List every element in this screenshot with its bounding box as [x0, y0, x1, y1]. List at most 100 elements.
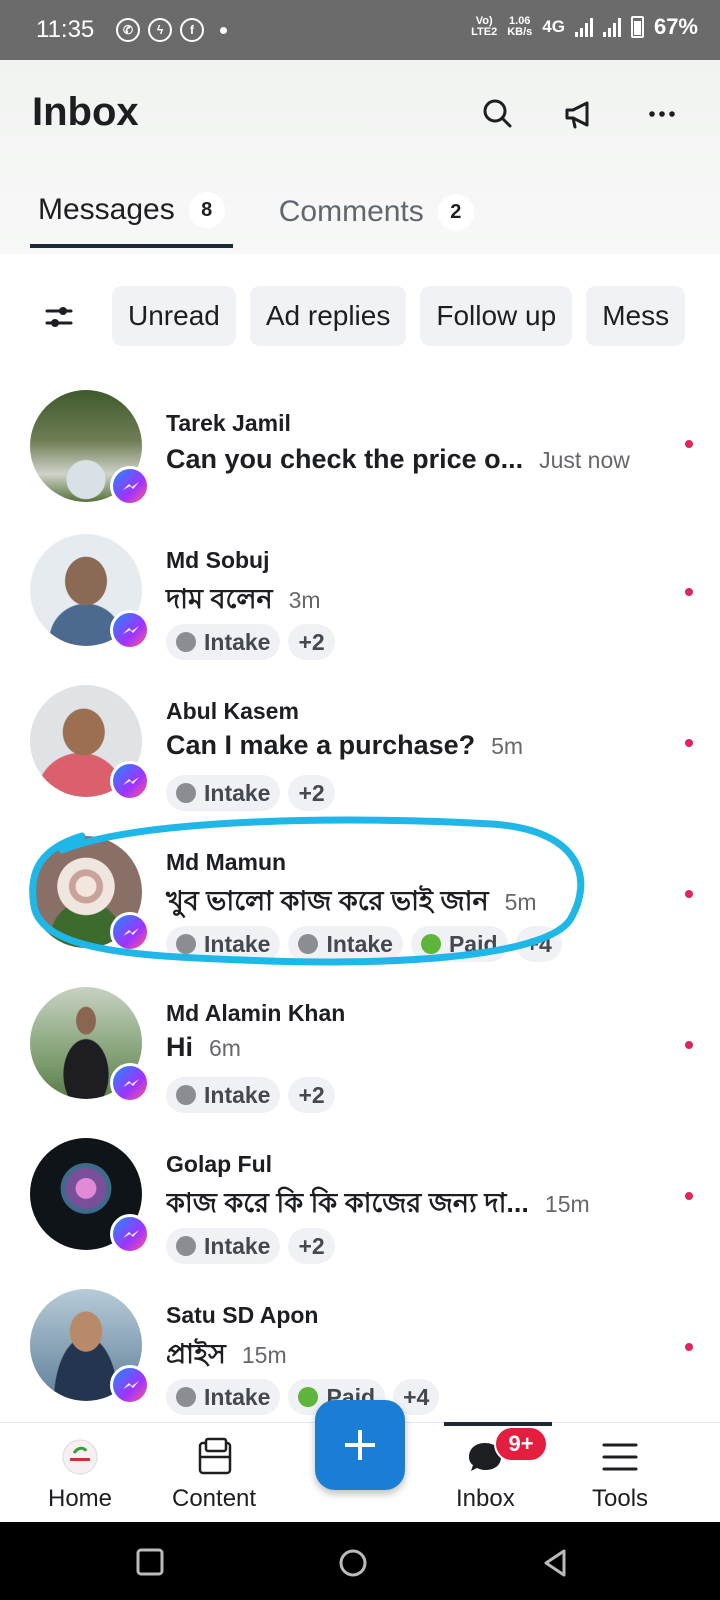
label-tags: Intake +2 — [166, 1077, 335, 1113]
more-options-icon[interactable] — [644, 96, 680, 132]
label-tags: Intake Intake Paid +4 — [166, 926, 562, 962]
home-logo-icon — [58, 1437, 102, 1477]
inbox-notification-badge: 9+ — [494, 1426, 548, 1462]
filter-settings-icon[interactable] — [44, 302, 74, 332]
menu-icon — [598, 1437, 642, 1477]
notification-icons: ✆ ϟ f — [116, 18, 227, 42]
network-speed: 1.06 KB/s — [507, 15, 533, 38]
message-time: Just now — [539, 447, 630, 473]
label-tag[interactable]: Intake — [288, 926, 403, 962]
message-time: 6m — [209, 1035, 241, 1061]
create-button[interactable] — [315, 1400, 405, 1490]
contact-name: Tarek Jamil — [166, 410, 291, 436]
active-tab-indicator — [444, 1422, 552, 1426]
more-labels-tag[interactable]: +2 — [288, 624, 335, 660]
back-icon[interactable] — [540, 1548, 570, 1582]
filter-unread[interactable]: Unread — [112, 286, 236, 346]
tab-label: Messages — [38, 193, 175, 226]
unread-indicator — [685, 890, 693, 898]
volte-indicator: Vo) LTE2 — [471, 15, 498, 38]
message-preview: দাম বলেন — [166, 584, 273, 614]
messenger-status-icon: ϟ — [148, 18, 172, 42]
facebook-icon: f — [180, 18, 204, 42]
filter-messenger[interactable]: Mess — [586, 286, 686, 346]
home-system-icon[interactable] — [338, 1548, 368, 1582]
filter-follow-up[interactable]: Follow up — [420, 286, 573, 346]
conversation-row[interactable]: Golap Ful কাজ করে কি কি কাজের জন্য দা...… — [0, 1135, 720, 1286]
label-tag[interactable]: Intake — [166, 1379, 281, 1415]
tab-count-badge: 2 — [437, 194, 474, 230]
more-labels-tag[interactable]: +4 — [515, 926, 562, 962]
message-time: 3m — [288, 587, 321, 613]
tab-label: Comments — [278, 195, 424, 228]
nav-home[interactable]: Home — [48, 1437, 112, 1513]
status-indicators: Vo) LTE2 1.06 KB/s 4G 67% — [471, 14, 698, 40]
signal-2-icon — [602, 17, 621, 37]
tab-messages[interactable]: Messages 8 — [30, 192, 233, 248]
conversation-row[interactable]: Abul Kasem Can I make a purchase? 5m Int… — [0, 682, 720, 833]
messenger-icon — [110, 1365, 150, 1405]
unread-indicator — [685, 588, 693, 596]
label-tag[interactable]: Intake — [166, 926, 281, 962]
messenger-icon — [110, 466, 150, 506]
messenger-icon — [110, 761, 150, 801]
signal-icon — [574, 17, 593, 37]
content-icon — [192, 1437, 236, 1477]
message-preview: Hi — [166, 1032, 193, 1062]
inbox-tabs: Messages 8 Comments 2 — [30, 192, 482, 248]
label-tag[interactable]: Intake — [166, 775, 281, 811]
label-tag[interactable]: Intake — [166, 1228, 281, 1264]
contact-name: Md Alamin Khan — [166, 1000, 346, 1026]
more-notifications-dot — [220, 26, 227, 34]
filter-ad-replies[interactable]: Ad replies — [249, 286, 407, 346]
contact-name: Satu SD Apon — [166, 1302, 319, 1328]
contact-name: Abul Kasem — [166, 698, 299, 724]
conversation-row[interactable]: Md Sobuj দাম বলেন 3m Intake +2 — [0, 531, 720, 682]
more-labels-tag[interactable]: +2 — [288, 1077, 335, 1113]
unread-indicator — [685, 1192, 693, 1200]
contact-name: Md Sobuj — [166, 547, 270, 573]
conversation-row[interactable]: Md Mamun খুব ভালো কাজ করে ভাই জান 5m Int… — [0, 833, 720, 984]
conversation-row[interactable]: Tarek Jamil Can you check the price o...… — [0, 380, 720, 531]
search-icon[interactable] — [480, 96, 516, 132]
status-time: 11:35 — [36, 16, 95, 43]
message-preview: Can I make a purchase? — [166, 730, 476, 760]
label-tag-paid[interactable]: Paid — [410, 926, 508, 962]
unread-indicator — [685, 739, 693, 747]
messenger-icon — [110, 912, 150, 952]
message-preview: Can you check the price o... — [166, 444, 524, 474]
message-preview: প্রাইস — [166, 1339, 226, 1369]
status-bar: 11:35 ✆ ϟ f Vo) LTE2 1.06 KB/s 4G 67% — [0, 0, 720, 60]
label-tags: Intake +2 — [166, 1228, 335, 1264]
conversation-list: Tarek Jamil Can you check the price o...… — [0, 380, 720, 1422]
battery-percent: 67% — [653, 14, 698, 39]
page-title: Inbox — [32, 90, 139, 134]
contact-name: Golap Ful — [166, 1151, 273, 1177]
messenger-icon — [110, 1214, 150, 1254]
label-tag[interactable]: Intake — [166, 1077, 281, 1113]
filter-bar: Unread Ad replies Follow up Mess — [0, 286, 720, 348]
nav-content[interactable]: Content — [172, 1437, 256, 1513]
filter-chips: Unread Ad replies Follow up Mess — [112, 286, 692, 346]
unread-indicator — [685, 440, 693, 448]
label-tag[interactable]: Intake — [166, 624, 281, 660]
conversation-row[interactable]: Md Alamin Khan Hi 6m Intake +2 — [0, 984, 720, 1135]
tab-comments[interactable]: Comments 2 — [271, 192, 482, 248]
tab-count-badge: 8 — [188, 192, 225, 228]
message-time: 5m — [504, 889, 537, 915]
more-labels-tag[interactable]: +2 — [288, 1228, 335, 1264]
unread-indicator — [685, 1041, 693, 1049]
megaphone-icon[interactable] — [562, 96, 598, 132]
system-navigation-bar — [0, 1522, 720, 1600]
message-preview: খুব ভালো কাজ করে ভাই জান — [166, 886, 489, 916]
more-labels-tag[interactable]: +2 — [288, 775, 335, 811]
recents-icon[interactable] — [136, 1548, 164, 1580]
contact-name: Md Mamun — [166, 849, 287, 875]
whatsapp-icon: ✆ — [116, 18, 140, 42]
battery-icon — [630, 16, 644, 38]
nav-tools[interactable]: Tools — [592, 1437, 648, 1513]
messenger-icon — [110, 1063, 150, 1103]
message-preview: কাজ করে কি কি কাজের জন্য দা... — [166, 1188, 529, 1218]
message-time: 15m — [544, 1191, 590, 1217]
unread-indicator — [685, 1343, 693, 1351]
